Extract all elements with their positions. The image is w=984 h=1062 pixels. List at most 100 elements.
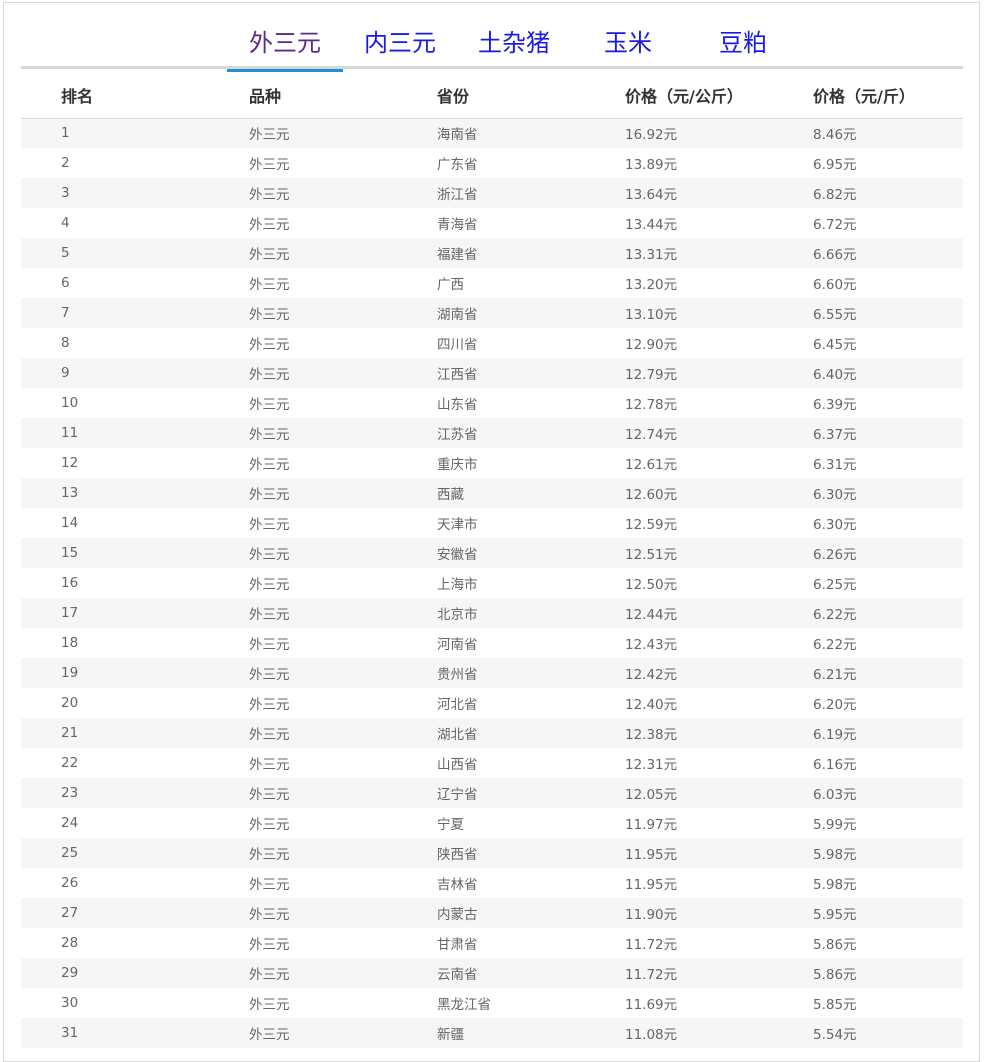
table-row: 2 外三元 广东省 13.89元 6.95元 (21, 148, 963, 178)
cell-breed: 外三元 (249, 778, 437, 808)
cell-price-per-kg: 12.78元 (625, 397, 678, 413)
cell-price-per-kg: 13.31元 (625, 238, 813, 268)
cell-breed: 外三元 (249, 937, 290, 953)
cell-price-per-kg: 11.97元 (625, 817, 678, 833)
cell-price-per-jin: 6.82元 (813, 178, 963, 208)
cell-rank: 6 (61, 275, 70, 291)
cell-breed: 外三元 (249, 517, 290, 533)
cell-price-per-jin: 5.54元 (813, 1018, 963, 1048)
cell-price-per-kg: 12.44元 (625, 598, 813, 628)
cell-province: 云南省 (437, 958, 625, 988)
cell-price-per-jin: 6.16元 (813, 757, 857, 773)
cell-price-per-kg: 13.44元 (625, 217, 678, 233)
cell-price-per-kg: 13.20元 (625, 277, 678, 293)
cell-rank: 11 (21, 418, 249, 448)
cell-price-per-jin: 6.95元 (813, 157, 857, 173)
category-tabs: 外三元 内三元 土杂猪 玉米 豆粕 (21, 3, 963, 72)
cell-breed: 外三元 (249, 838, 437, 868)
cell-price-per-jin: 6.30元 (813, 517, 857, 533)
header-rank: 排名 (21, 72, 249, 119)
cell-price-per-kg: 11.90元 (625, 898, 813, 928)
tab-dou-po[interactable]: 豆粕 (685, 27, 801, 69)
cell-price-per-jin: 5.86元 (813, 937, 857, 953)
cell-rank: 13 (21, 478, 249, 508)
tab-wai-san-yuan[interactable]: 外三元 (227, 27, 343, 72)
cell-rank: 29 (21, 958, 249, 988)
cell-price-per-kg: 11.69元 (625, 997, 678, 1013)
table-row: 15 外三元 安徽省 12.51元 6.26元 (21, 538, 963, 568)
table-row: 9 外三元 江西省 12.79元 6.40元 (21, 358, 963, 388)
table-row: 16 外三元 上海市 12.50元 6.25元 (21, 568, 963, 598)
cell-rank: 26 (61, 875, 79, 891)
cell-province: 吉林省 (437, 877, 478, 893)
cell-price-per-kg: 12.38元 (625, 718, 813, 748)
cell-price-per-kg: 12.43元 (625, 637, 678, 653)
table-row: 8 外三元 四川省 12.90元 6.45元 (21, 328, 963, 358)
cell-province: 广东省 (437, 157, 478, 173)
table-row: 17 外三元 北京市 12.44元 6.22元 (21, 598, 963, 628)
cell-price-per-jin: 6.25元 (813, 577, 857, 593)
cell-breed: 外三元 (249, 1018, 437, 1048)
cell-rank: 21 (21, 718, 249, 748)
cell-breed: 外三元 (249, 298, 437, 328)
cell-province: 广西 (437, 277, 464, 293)
table-row: 6 外三元 广西 13.20元 6.60元 (21, 268, 963, 298)
cell-province: 天津市 (437, 517, 478, 533)
cell-rank: 24 (61, 815, 79, 831)
cell-price-per-kg: 11.95元 (625, 838, 813, 868)
cell-breed: 外三元 (249, 817, 290, 833)
cell-province: 重庆市 (437, 457, 478, 473)
tab-tu-za-zhu[interactable]: 土杂猪 (457, 27, 571, 69)
cell-breed: 外三元 (249, 757, 290, 773)
cell-province: 山西省 (437, 757, 478, 773)
table-row: 21 外三元 湖北省 12.38元 6.19元 (21, 718, 963, 748)
cell-rank: 10 (61, 395, 79, 411)
tab-nei-san-yuan[interactable]: 内三元 (343, 27, 457, 69)
cell-price-per-jin: 6.40元 (813, 358, 963, 388)
table-row: 13 外三元 西藏 12.60元 6.30元 (21, 478, 963, 508)
cell-breed: 外三元 (249, 958, 437, 988)
cell-province: 贵州省 (437, 658, 625, 688)
table-row: 26 外三元 吉林省 11.95元 5.98元 (21, 868, 963, 898)
cell-price-per-kg: 12.59元 (625, 517, 678, 533)
cell-province: 江苏省 (437, 418, 625, 448)
cell-price-per-kg: 12.60元 (625, 478, 813, 508)
cell-price-per-jin: 5.98元 (813, 877, 857, 893)
cell-price-per-jin: 5.98元 (813, 838, 963, 868)
cell-rank: 19 (21, 658, 249, 688)
cell-price-per-jin: 6.37元 (813, 418, 963, 448)
cell-price-per-jin: 6.03元 (813, 778, 963, 808)
cell-breed: 外三元 (249, 598, 437, 628)
cell-price-per-kg: 12.51元 (625, 538, 813, 568)
cell-price-per-kg: 12.40元 (625, 697, 678, 713)
price-table: 排名 品种 省份 价格（元/公斤） 价格（元/斤） 1 外三元 海南省 16.92元 8… (21, 72, 963, 1048)
cell-breed: 外三元 (249, 178, 437, 208)
cell-price-per-jin: 6.31元 (813, 457, 857, 473)
header-price-per-kg: 价格（元/公斤） (625, 72, 813, 119)
table-row: 12 外三元 重庆市 12.61元 6.31元 (21, 448, 963, 478)
table-row: 24 外三元 宁夏 11.97元 5.99元 (21, 808, 963, 838)
cell-province: 甘肃省 (437, 937, 478, 953)
cell-price-per-jin: 6.45元 (813, 337, 857, 353)
cell-rank: 30 (61, 995, 79, 1011)
cell-price-per-kg: 13.10元 (625, 298, 813, 328)
cell-province: 西藏 (437, 478, 625, 508)
cell-price-per-jin: 6.19元 (813, 718, 963, 748)
cell-rank: 16 (61, 575, 79, 591)
table-row: 27 外三元 内蒙古 11.90元 5.95元 (21, 898, 963, 928)
cell-rank: 23 (21, 778, 249, 808)
table-row: 10 外三元 山东省 12.78元 6.39元 (21, 388, 963, 418)
cell-rank: 4 (61, 215, 70, 231)
cell-rank: 22 (61, 755, 79, 771)
cell-breed: 外三元 (249, 877, 290, 893)
cell-province: 河北省 (437, 697, 478, 713)
header-province: 省份 (437, 72, 625, 119)
tab-yu-mi[interactable]: 玉米 (571, 27, 685, 69)
cell-breed: 外三元 (249, 418, 437, 448)
cell-province: 浙江省 (437, 178, 625, 208)
table-row: 18 外三元 河南省 12.43元 6.22元 (21, 628, 963, 658)
cell-price-per-kg: 16.92元 (625, 118, 813, 148)
cell-province: 安徽省 (437, 538, 625, 568)
cell-price-per-jin: 6.22元 (813, 637, 857, 653)
cell-rank: 28 (61, 935, 79, 951)
